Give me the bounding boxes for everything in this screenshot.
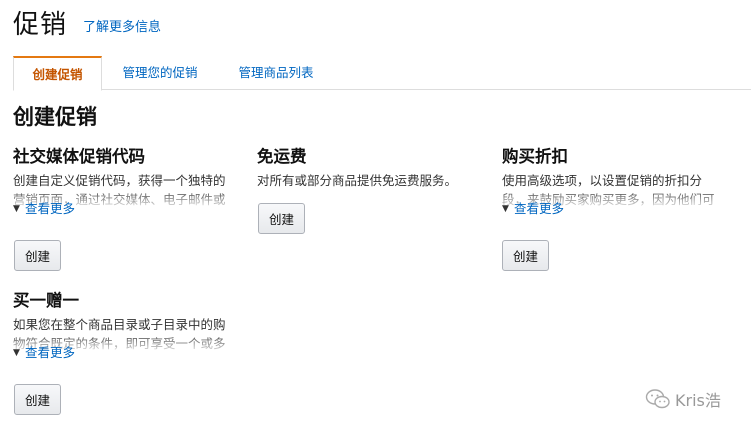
card-title: 买一赠一 xyxy=(13,291,79,310)
wechat-icon xyxy=(645,389,670,409)
see-more-label: 查看更多 xyxy=(25,345,76,360)
create-free-shipping-button[interactable]: 创建 xyxy=(258,203,306,234)
create-bogo-button[interactable]: 创建 xyxy=(14,384,62,415)
desc-line: 使用高级选项，以设置促销的折扣分 xyxy=(502,173,703,188)
chevron-down-icon: ▼ xyxy=(502,204,509,214)
tab-bar: 创建促销 管理您的促销 管理商品列表 xyxy=(13,56,751,91)
create-social-media-button[interactable]: 创建 xyxy=(14,240,62,271)
see-more-label: 查看更多 xyxy=(514,201,565,216)
promo-card-social-media: 社交媒体促销代码 创建自定义促销代码，获得一个独特的 营销页面，通过社交媒体、电… xyxy=(13,146,238,217)
tab-manage-promotions[interactable]: 管理您的促销 xyxy=(113,56,207,90)
watermark: Kris浩 xyxy=(645,387,721,411)
promo-card-free-shipping: 免运费 对所有或部分商品提供免运费服务。 xyxy=(257,146,482,190)
learn-more-link[interactable]: 了解更多信息 xyxy=(83,16,161,35)
card-description: 对所有或部分商品提供免运费服务。 xyxy=(257,171,482,190)
promo-card-purchase-discount: 购买折扣 使用高级选项，以设置促销的折扣分 段，来鼓励买家购买更多，因为他们可 … xyxy=(502,146,727,217)
create-purchase-discount-button[interactable]: 创建 xyxy=(502,240,550,271)
see-more-link[interactable]: ▼ 查看更多 xyxy=(13,201,238,217)
watermark-text: Kris浩 xyxy=(675,391,721,410)
see-more-label: 查看更多 xyxy=(25,201,76,216)
page-title: 促销 xyxy=(13,10,68,40)
desc-line: 创建自定义促销代码，获得一个独特的 xyxy=(13,173,226,188)
desc-line: 如果您在整个商品目录或子目录中的购 xyxy=(13,317,226,332)
card-title: 社交媒体促销代码 xyxy=(13,147,145,166)
tab-create-promotion[interactable]: 创建促销 xyxy=(13,56,102,91)
section-title: 创建促销 xyxy=(13,105,97,129)
card-title: 购买折扣 xyxy=(502,147,568,166)
chevron-down-icon: ▼ xyxy=(13,348,20,358)
see-more-link[interactable]: ▼ 查看更多 xyxy=(502,201,727,217)
card-title: 免运费 xyxy=(257,147,307,166)
tab-manage-listings[interactable]: 管理商品列表 xyxy=(228,56,324,90)
see-more-link[interactable]: ▼ 查看更多 xyxy=(13,345,238,361)
chevron-down-icon: ▼ xyxy=(13,204,20,214)
promo-card-buy-one-get-one: 买一赠一 如果您在整个商品目录或子目录中的购 物符合既定的条件，即可享受一个或多… xyxy=(13,290,238,361)
desc-line: 对所有或部分商品提供免运费服务。 xyxy=(257,173,458,188)
